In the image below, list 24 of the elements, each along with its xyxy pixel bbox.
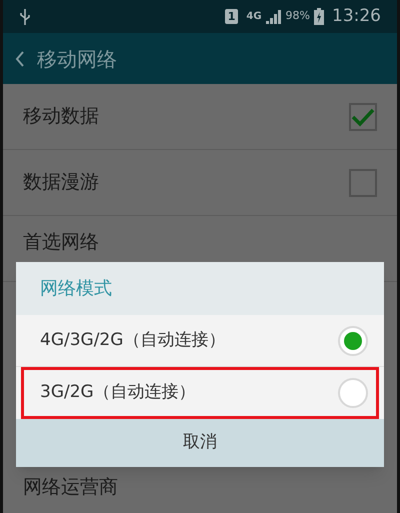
signal-icon xyxy=(266,10,282,24)
setting-label: 网络运营商 xyxy=(23,476,118,498)
option-label: 4G/3G/2G（自动连接） xyxy=(40,328,226,352)
clock: 13:26 xyxy=(332,4,381,28)
back-icon[interactable] xyxy=(15,50,25,68)
network-type: 4G xyxy=(246,10,262,24)
option-row[interactable]: 3G/2G（自动连接） xyxy=(21,367,379,419)
battery-charging-icon xyxy=(314,8,324,25)
option-row[interactable]: 4G/3G/2G（自动连接） xyxy=(16,315,384,367)
check-icon xyxy=(351,106,375,126)
checkbox[interactable] xyxy=(349,168,377,196)
checkbox[interactable] xyxy=(349,102,377,130)
sim-indicator: 1 xyxy=(224,9,238,24)
setting-label: 数据漫游 xyxy=(23,170,99,196)
option-label: 3G/2G（自动连接） xyxy=(40,381,196,404)
radio-button[interactable] xyxy=(338,378,368,408)
cancel-button[interactable]: 取消 xyxy=(16,419,384,467)
setting-label: 移动数据 xyxy=(23,104,99,130)
battery-percent: 98% xyxy=(286,8,310,24)
radio-button[interactable] xyxy=(338,326,368,356)
dialog-title: 网络模式 xyxy=(40,277,112,301)
setting-label: 首选网络 xyxy=(23,230,99,255)
usb-icon xyxy=(19,8,31,24)
screen-title: 移动网络 xyxy=(37,46,117,72)
